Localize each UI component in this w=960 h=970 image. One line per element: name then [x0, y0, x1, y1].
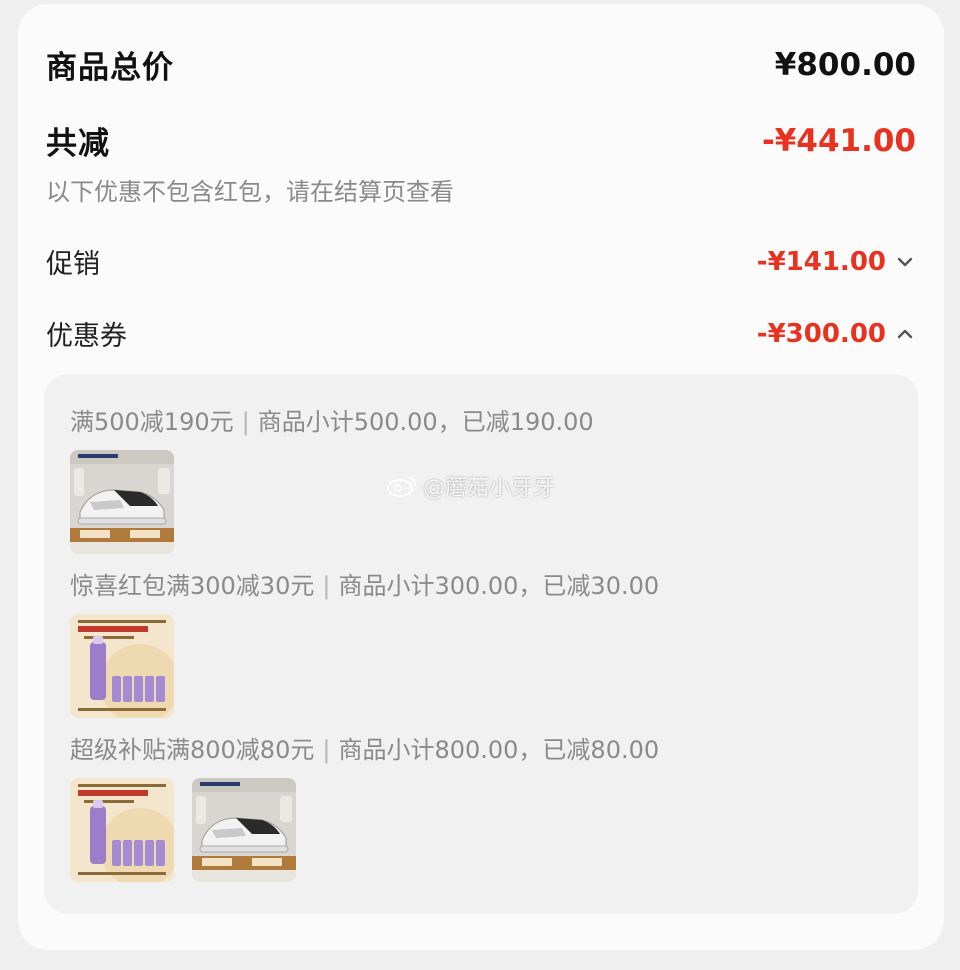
watermark: @蘑菇小牙牙	[385, 470, 555, 502]
total-price-label: 商品总价	[46, 50, 174, 86]
divider: |	[322, 736, 331, 764]
total-reduce-value: -¥441.00	[761, 122, 916, 159]
product-thumb-sneaker[interactable]	[70, 450, 174, 554]
chevron-up-icon[interactable]	[894, 323, 916, 345]
coupon-item-3-text: 超级补贴满800减80元 | 商品小计800.00，已减80.00	[70, 730, 659, 765]
coupon-value: -¥300.00	[756, 318, 886, 349]
coupon-label: 优惠券	[46, 321, 127, 352]
coupon-row[interactable]: 优惠券 -¥300.00	[46, 314, 916, 353]
divider: |	[241, 408, 250, 436]
promo-row[interactable]: 促销 -¥141.00	[46, 242, 916, 281]
coupon-item-1-title: 满500减190元	[70, 408, 234, 436]
total-price-row: 商品总价 ¥800.00	[46, 42, 916, 87]
coupon-item-3-detail: 商品小计800.00，已减80.00	[338, 736, 660, 764]
coupon-item-2-text: 惊喜红包满300减30元 | 商品小计300.00，已减30.00	[70, 566, 659, 601]
coupon-item-1-text: 满500减190元 | 商品小计500.00，已减190.00	[70, 402, 594, 437]
serum-image	[70, 614, 174, 718]
coupon-detail-panel: 满500减190元 | 商品小计500.00，已减190.00 惊喜红包满300…	[44, 374, 918, 914]
coupon-item-3-title: 超级补贴满800减80元	[70, 736, 315, 764]
coupon-item-1-detail: 商品小计500.00，已减190.00	[257, 408, 594, 436]
divider: |	[322, 572, 331, 600]
sneaker-image	[70, 450, 174, 554]
discount-note: 以下优惠不包含红包，请在结算页查看	[46, 178, 454, 206]
coupon-item-2-detail: 商品小计300.00，已减30.00	[338, 572, 660, 600]
promo-label: 促销	[46, 249, 100, 280]
watermark-text: @蘑菇小牙牙	[423, 476, 556, 501]
product-thumb-serum[interactable]	[70, 614, 174, 718]
total-reduce-label: 共减	[46, 126, 110, 162]
sneaker-image	[192, 778, 296, 882]
serum-image	[70, 778, 174, 882]
coupon-item-2-title: 惊喜红包满300减30元	[70, 572, 315, 600]
total-reduce-row: 共减 -¥441.00	[46, 118, 916, 163]
promo-amount-toggle[interactable]: -¥141.00	[757, 247, 916, 277]
coupon-amount-toggle[interactable]: -¥300.00	[757, 319, 916, 349]
product-thumb-serum[interactable]	[70, 778, 174, 882]
total-price-value: ¥800.00	[774, 46, 916, 83]
promo-value: -¥141.00	[756, 246, 886, 277]
weibo-icon	[387, 476, 416, 497]
chevron-down-icon[interactable]	[894, 251, 916, 273]
product-thumb-sneaker[interactable]	[192, 778, 296, 882]
